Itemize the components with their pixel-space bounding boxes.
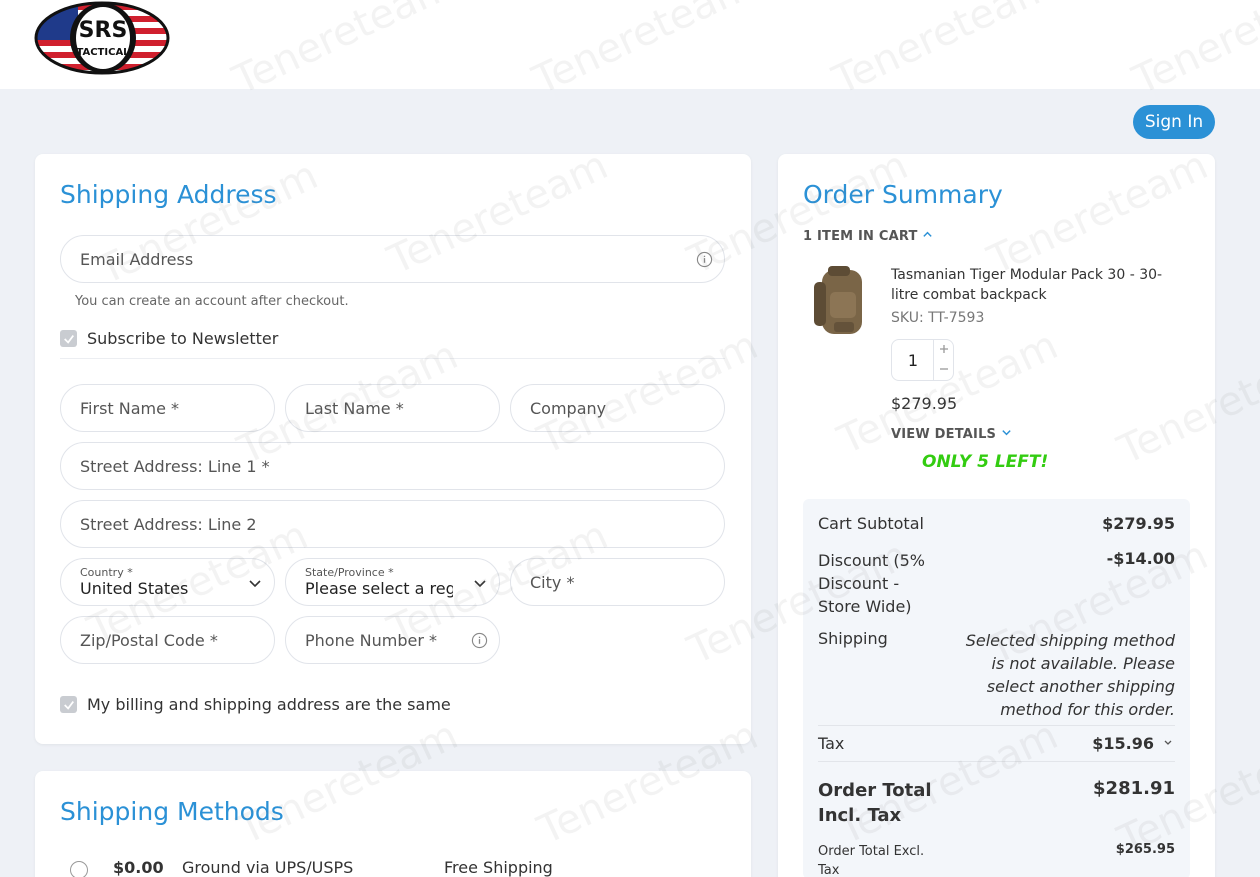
country-select[interactable]: Country * United States bbox=[60, 558, 275, 606]
billing-same-label: My billing and shipping address are the … bbox=[87, 695, 451, 714]
chevron-down-icon bbox=[249, 580, 261, 588]
city-field[interactable]: City * bbox=[510, 558, 725, 606]
chevron-down-icon bbox=[474, 580, 486, 588]
country-value: United States bbox=[80, 579, 189, 598]
discount-value: -$14.00 bbox=[1106, 549, 1175, 568]
first-name-placeholder: First Name * bbox=[80, 398, 180, 418]
discount-label: Discount (5% Discount - Store Wide) bbox=[818, 551, 925, 616]
product-name[interactable]: Tasmanian Tiger Modular Pack 30 - 30-lit… bbox=[891, 265, 1176, 305]
shipping-method-radio[interactable] bbox=[70, 861, 88, 877]
shipping-method-carrier: Ground via UPS/USPS bbox=[182, 858, 354, 877]
shipping-method-price: $0.00 bbox=[113, 858, 164, 877]
shipping-label: Shipping bbox=[818, 629, 888, 648]
state-label: State/Province * bbox=[305, 566, 394, 579]
divider bbox=[818, 725, 1175, 726]
tax-label: Tax bbox=[818, 734, 845, 753]
shipping-method-name: Free Shipping bbox=[444, 858, 553, 877]
first-name-field[interactable]: First Name * bbox=[60, 384, 275, 432]
items-in-cart-label: 1 ITEM IN CART bbox=[803, 229, 918, 244]
items-in-cart-toggle[interactable]: 1 ITEM IN CART bbox=[803, 229, 933, 244]
divider bbox=[60, 358, 725, 359]
billing-same-checkbox[interactable] bbox=[60, 696, 77, 713]
check-icon bbox=[63, 334, 74, 344]
quantity-value[interactable]: 1 bbox=[892, 340, 934, 382]
chevron-down-icon[interactable] bbox=[1163, 737, 1173, 747]
email-hint: You can create an account after checkout… bbox=[75, 294, 349, 309]
last-name-field[interactable]: Last Name * bbox=[285, 384, 500, 432]
phone-placeholder: Phone Number * bbox=[305, 630, 438, 650]
newsletter-label: Subscribe to Newsletter bbox=[87, 329, 279, 348]
state-select[interactable]: State/Province * Please select a region,… bbox=[285, 558, 500, 606]
product-sku: SKU: TT-7593 bbox=[891, 310, 985, 326]
shipping-address-title: Shipping Address bbox=[60, 180, 277, 209]
quantity-increase-button[interactable] bbox=[934, 340, 954, 360]
view-details-toggle[interactable]: VIEW DETAILS bbox=[891, 427, 1012, 442]
newsletter-checkbox[interactable] bbox=[60, 330, 77, 347]
street-line-1-placeholder: Street Address: Line 1 * bbox=[80, 456, 270, 476]
info-icon[interactable] bbox=[471, 632, 488, 649]
check-icon bbox=[63, 700, 74, 710]
city-placeholder: City * bbox=[530, 572, 575, 592]
srs-tactical-logo[interactable]: SRS TACTICAL bbox=[34, 0, 170, 75]
logo-text-top: SRS bbox=[79, 18, 128, 43]
street-line-2-placeholder: Street Address: Line 2 bbox=[80, 514, 257, 534]
view-details-label: VIEW DETAILS bbox=[891, 427, 997, 442]
divider bbox=[818, 761, 1175, 762]
info-icon[interactable] bbox=[696, 251, 713, 268]
street-line-1-field[interactable]: Street Address: Line 1 * bbox=[60, 442, 725, 490]
shipping-methods-title: Shipping Methods bbox=[60, 797, 284, 826]
newsletter-checkbox-row[interactable]: Subscribe to Newsletter bbox=[60, 329, 278, 348]
country-label: Country * bbox=[80, 566, 133, 579]
stock-note: ONLY 5 LEFT! bbox=[922, 452, 1049, 472]
zip-field[interactable]: Zip/Postal Code * bbox=[60, 616, 275, 664]
tax-value[interactable]: $15.96 bbox=[1000, 734, 1154, 753]
zip-placeholder: Zip/Postal Code * bbox=[80, 630, 218, 650]
quantity-decrease-button[interactable] bbox=[934, 360, 954, 380]
billing-same-checkbox-row[interactable]: My billing and shipping address are the … bbox=[60, 695, 451, 714]
product-price: $279.95 bbox=[891, 394, 958, 413]
last-name-placeholder: Last Name * bbox=[305, 398, 404, 418]
quantity-stepper[interactable]: 1 bbox=[891, 339, 954, 381]
minus-icon bbox=[940, 368, 948, 370]
product-image[interactable] bbox=[808, 264, 872, 338]
order-total-excl-value: $265.95 bbox=[1115, 842, 1175, 857]
state-value: Please select a region, state or provinc… bbox=[305, 579, 453, 598]
shipping-value: Selected shipping method is not availabl… bbox=[965, 631, 1175, 719]
order-total-incl-value: $281.91 bbox=[1093, 778, 1175, 799]
sign-in-button[interactable]: Sign In bbox=[1133, 105, 1215, 139]
top-bar: SRS TACTICAL bbox=[0, 0, 1260, 89]
order-total-excl-label: Order Total Excl. Tax bbox=[818, 844, 925, 877]
order-summary-title: Order Summary bbox=[803, 180, 1003, 209]
email-field[interactable]: Email Address bbox=[60, 235, 725, 283]
logo-text-bottom: TACTICAL bbox=[76, 47, 130, 58]
chevron-up-icon bbox=[923, 231, 932, 237]
street-line-2-field[interactable]: Street Address: Line 2 bbox=[60, 500, 725, 548]
chevron-down-icon bbox=[1002, 430, 1011, 436]
plus-icon bbox=[940, 345, 948, 353]
email-placeholder: Email Address bbox=[80, 249, 194, 269]
subtotal-value: $279.95 bbox=[1102, 514, 1175, 533]
subtotal-label: Cart Subtotal bbox=[818, 514, 924, 533]
order-total-incl-label: Order Total Incl. Tax bbox=[818, 780, 932, 826]
phone-field[interactable]: Phone Number * bbox=[285, 616, 500, 664]
company-placeholder: Company bbox=[530, 398, 607, 418]
company-field[interactable]: Company bbox=[510, 384, 725, 432]
